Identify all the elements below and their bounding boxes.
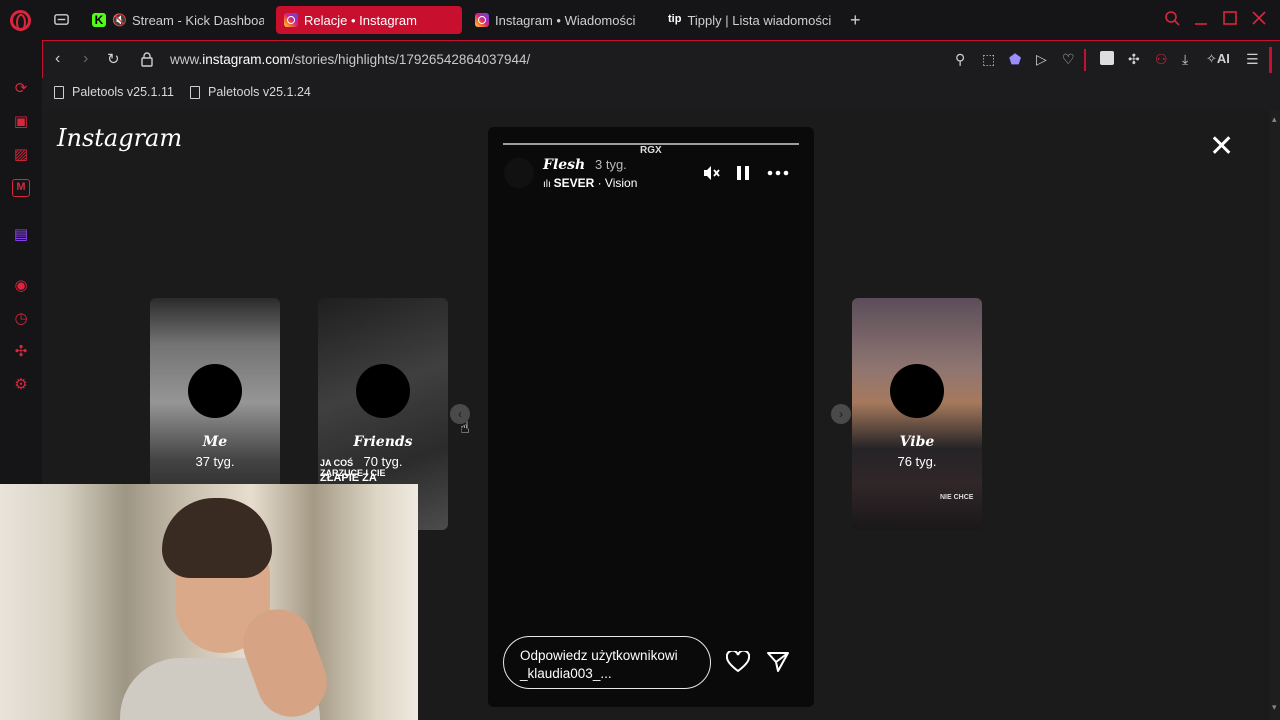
instagram-icon [284, 13, 298, 27]
download-icon[interactable]: ⤓ [1182, 51, 1188, 68]
profile-icon[interactable]: ⚇ [1155, 51, 1168, 68]
tab-bar: K 🔇 Stream - Kick Dashboa Relacje • Inst… [0, 0, 1280, 40]
muted-icon[interactable]: 🔇 [112, 13, 127, 27]
webcam-person [120, 498, 337, 720]
music-wave-icon: ılı [543, 179, 554, 190]
new-tab-button[interactable]: + [850, 10, 861, 31]
pocket-icon[interactable]: ⬟ [1009, 51, 1021, 68]
reload-icon[interactable]: ↻ [107, 50, 120, 68]
ai-button[interactable]: ✧AI [1206, 51, 1230, 67]
tab-label: Stream - Kick Dashboa [131, 12, 264, 28]
highlight-avatar [188, 364, 242, 418]
webcam-hair [162, 498, 272, 578]
document-icon [190, 85, 200, 99]
share-send-icon[interactable] [766, 651, 790, 673]
tab-label: Tipply | Lista wiadomości [687, 12, 832, 28]
bookmark-item[interactable]: Paletools v25.1.11 [54, 85, 174, 99]
twitch-icon[interactable]: ▤ [12, 226, 30, 244]
bookmark-label: Paletools v25.1.11 [72, 85, 174, 99]
send-icon[interactable]: ▷ [1036, 51, 1047, 68]
tab-kick[interactable]: K 🔇 Stream - Kick Dashboa [84, 6, 264, 34]
bookmark-label: Paletools v25.1.24 [208, 85, 311, 99]
history-icon[interactable]: ◷ [12, 310, 30, 328]
translate-icon[interactable] [1100, 51, 1114, 65]
highlight-age: 37 tyg. [195, 454, 235, 469]
toolbar-divider [1084, 49, 1086, 71]
story-age: 3 tyg. [595, 157, 627, 172]
minimize-icon[interactable] [1194, 10, 1208, 26]
story-viewer[interactable]: RGX Flesh 3 tyg. ılı SEVER · Vision Odpo… [488, 127, 814, 707]
crypto-wallet-icon[interactable]: ▣ [12, 113, 30, 131]
maximize-icon[interactable] [1223, 10, 1237, 26]
heart-icon[interactable]: ♡ [1062, 51, 1075, 68]
toolbar-accent [1269, 47, 1272, 73]
tipply-icon: tip [668, 13, 682, 25]
tab-tipply[interactable]: tip Tipply | Lista wiadomości [660, 6, 840, 34]
music-track: Vision [604, 176, 638, 190]
highlight-title: Vibe [899, 434, 935, 450]
easy-setup-icon[interactable]: ☰ [1246, 51, 1259, 68]
tab-instagram-stories[interactable]: Relacje • Instagram [276, 6, 462, 34]
back-icon[interactable]: ‹ [55, 50, 60, 68]
story-overlay-text: NIE CHCE [940, 494, 974, 501]
url-field[interactable]: www.instagram.com/stories/highlights/179… [170, 52, 530, 67]
settings-icon[interactable]: ⚙ [12, 376, 30, 394]
url-prefix: www. [170, 52, 203, 67]
ai-label: AI [1216, 51, 1230, 66]
highlight-preview-vibe[interactable]: Vibe 76 tyg. NIE CHCE [852, 298, 982, 530]
pause-icon[interactable] [735, 163, 751, 183]
close-stories-icon[interactable]: ✕ [1209, 132, 1234, 162]
mouse-cursor-icon: ☝ [460, 420, 470, 437]
bookmark-item[interactable]: Paletools v25.1.24 [190, 85, 311, 99]
highlight-title: Me [202, 434, 228, 450]
next-story-button[interactable]: › [831, 404, 851, 424]
instagram-logo[interactable]: Instagram [57, 124, 182, 152]
search-tabs-icon[interactable] [1164, 10, 1180, 26]
player-icon[interactable]: ▨ [12, 146, 30, 164]
tab-label: Relacje • Instagram [304, 12, 417, 28]
document-icon [54, 85, 64, 99]
more-options-icon[interactable] [767, 163, 789, 183]
workspaces-icon[interactable] [53, 11, 70, 28]
highlight-avatar [356, 364, 410, 418]
story-username[interactable]: Flesh [543, 157, 585, 173]
kick-icon: K [92, 13, 106, 27]
pin-icon[interactable]: ⚲ [955, 51, 965, 68]
instagram-icon [475, 13, 489, 27]
story-music[interactable]: ılı SEVER · Vision [543, 176, 637, 190]
music-artist: SEVER [553, 176, 595, 190]
highlight-title: Friends [353, 434, 413, 450]
forward-icon[interactable]: › [83, 50, 88, 68]
extensions-icon[interactable]: ✣ [12, 343, 30, 361]
highlight-age: 76 tyg. [897, 454, 937, 469]
webcam-overlay [0, 484, 418, 720]
video-icon[interactable]: ◉ [12, 277, 30, 295]
snapshot-icon[interactable]: ⬚ [982, 51, 995, 68]
scrollbar[interactable]: ▴ ▾ [1270, 110, 1280, 720]
mute-icon[interactable] [701, 163, 721, 183]
like-heart-icon[interactable] [726, 651, 750, 673]
tab-instagram-messages[interactable]: Instagram • Wiadomości [467, 6, 652, 34]
close-window-icon[interactable] [1252, 10, 1266, 26]
aria-icon[interactable]: ⟳ [12, 80, 30, 98]
highlight-age: 70 tyg. [363, 454, 403, 469]
story-overlay-text: ZŁAPIE ZA [320, 472, 377, 484]
lock-icon[interactable] [141, 52, 153, 67]
bookmarks-bar: Paletools v25.1.11 Paletools v25.1.24 [42, 78, 1280, 110]
url-domain: instagram.com [202, 52, 291, 67]
highlight-avatar [890, 364, 944, 418]
address-bar: ‹ › ↻ www.instagram.com/stories/highligh… [42, 40, 1280, 78]
puzzle-icon[interactable]: ✣ [1128, 51, 1140, 68]
tab-label: Instagram • Wiadomości [495, 12, 636, 28]
url-path: /stories/highlights/17926542864037944/ [290, 52, 531, 67]
messenger-icon[interactable]: M [12, 179, 30, 197]
story-tag: RGX [640, 145, 662, 156]
avatar[interactable] [504, 158, 534, 188]
reply-input[interactable]: Odpowiedz użytkownikowi _klaudia003_... [503, 636, 711, 689]
opera-menu-icon[interactable] [10, 10, 31, 31]
music-separator: · [594, 176, 605, 190]
